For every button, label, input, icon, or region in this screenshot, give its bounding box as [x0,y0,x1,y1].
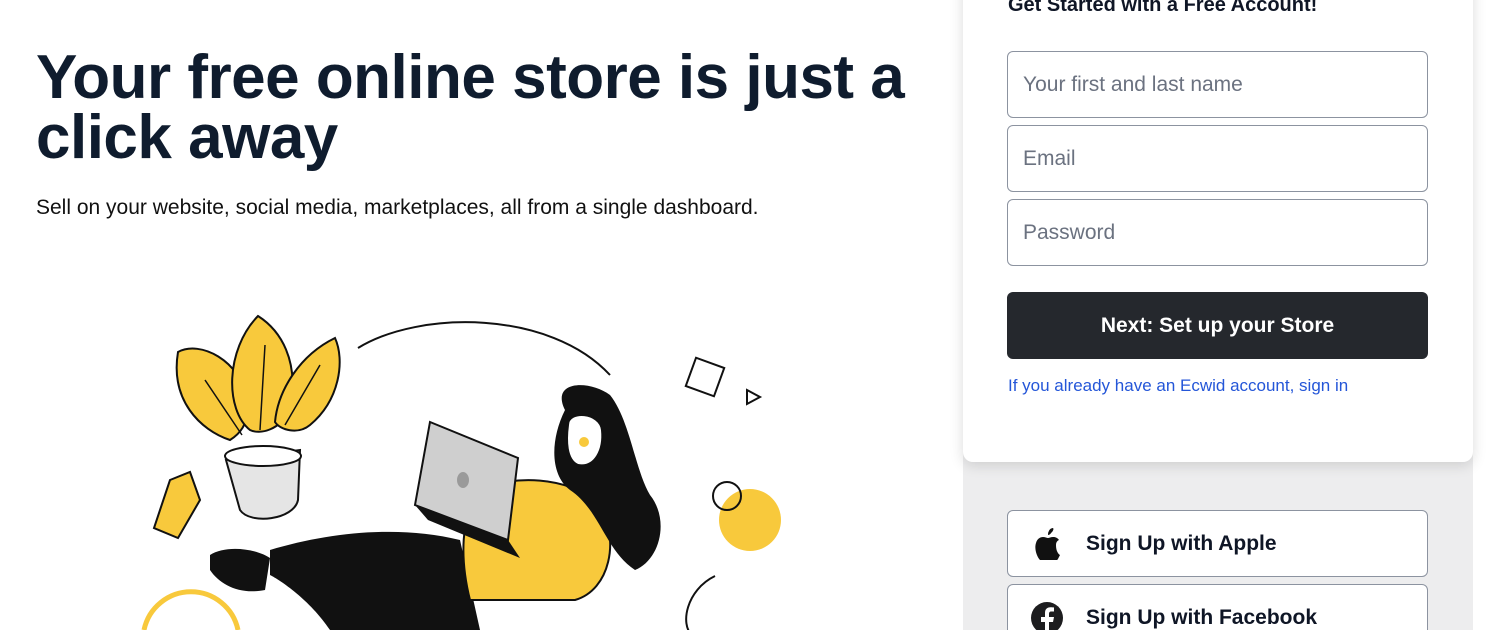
email-input[interactable] [1007,125,1428,192]
hero-title: Your free online store is just a click a… [36,43,905,172]
signin-link[interactable]: If you already have an Ecwid account, si… [1008,376,1348,396]
facebook-button-label: Sign Up with Facebook [1086,605,1318,629]
hero-illustration [141,314,781,630]
next-setup-store-button[interactable]: Next: Set up your Store [1007,292,1428,359]
signup-apple-button[interactable]: Sign Up with Apple [1007,510,1428,577]
signup-facebook-button[interactable]: Sign Up with Facebook [1007,584,1428,630]
signup-page: Your free online store is just a click a… [0,0,1500,630]
name-input[interactable] [1007,51,1428,118]
password-input[interactable] [1007,199,1428,266]
facebook-icon [1031,601,1063,630]
apple-icon [1031,527,1063,560]
hero-subtitle: Sell on your website, social media, mark… [36,196,759,219]
apple-button-label: Sign Up with Apple [1086,531,1277,555]
signup-heading: Get Started with a Free Account! [1008,0,1318,16]
